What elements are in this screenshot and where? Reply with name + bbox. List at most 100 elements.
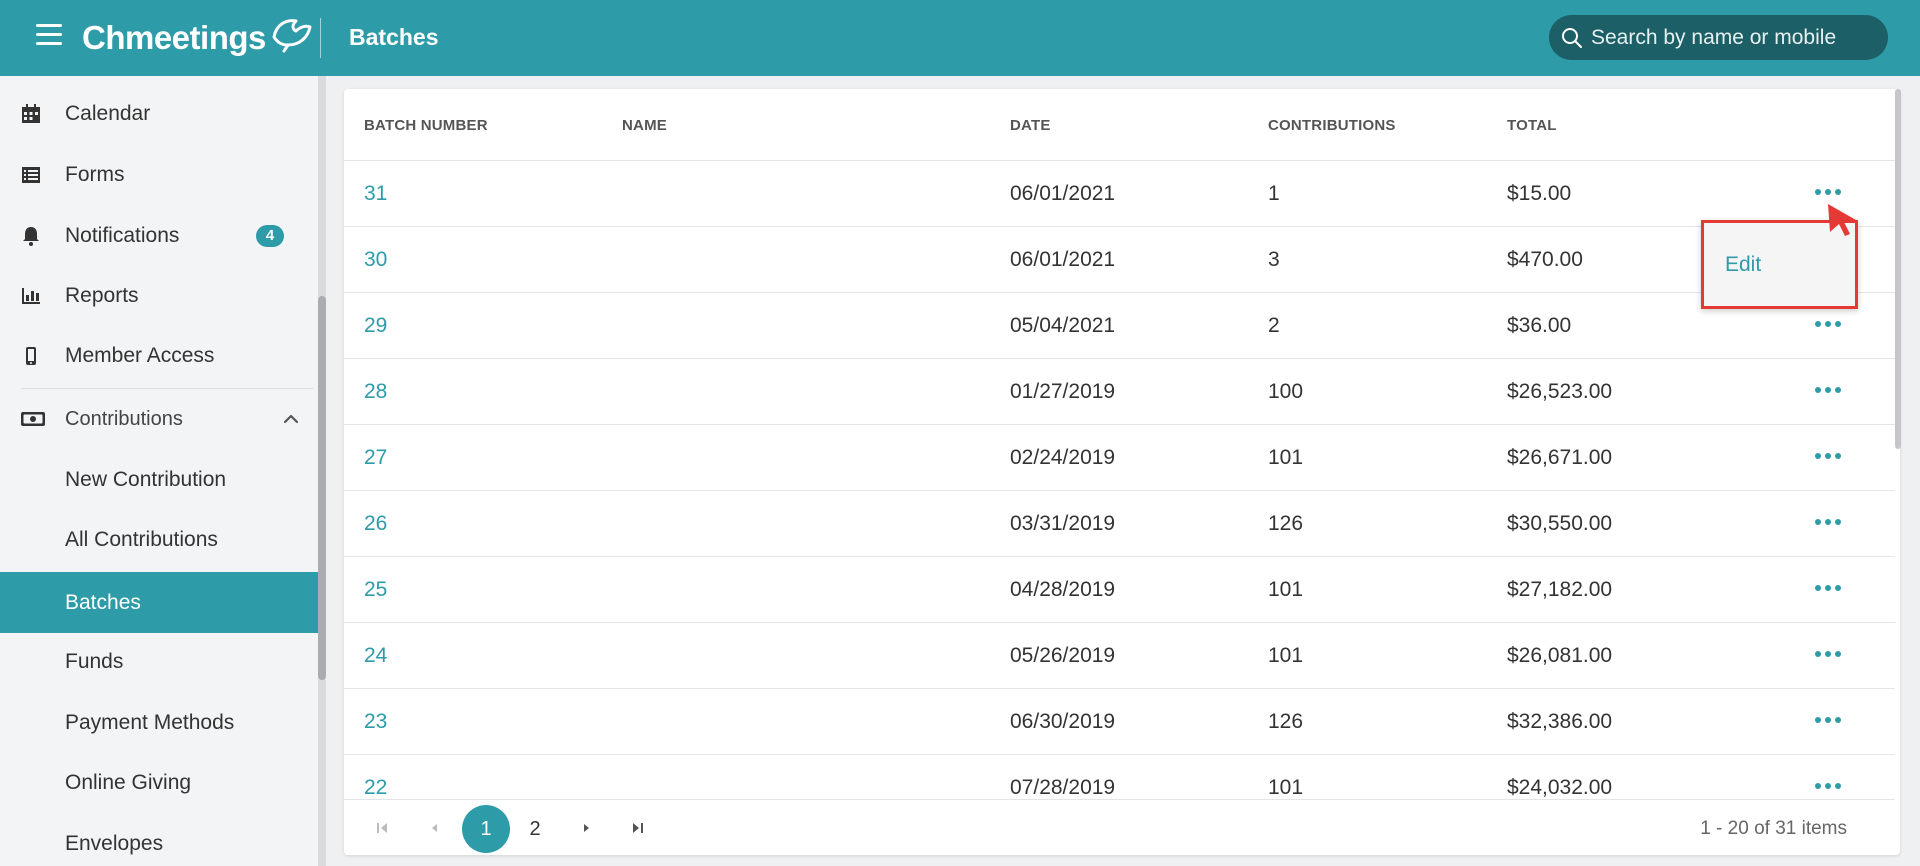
batch-number-link[interactable]: 26 (364, 512, 387, 536)
batch-number-link[interactable]: 27 (364, 446, 387, 470)
sidebar-item-funds[interactable]: Funds (0, 633, 318, 691)
table-row: 31 06/01/2021 1 $15.00 (344, 161, 1895, 227)
batch-number-link[interactable]: 22 (364, 776, 387, 800)
sidebar-item-member-access[interactable]: Member Access (0, 327, 318, 385)
table-header: BATCH NUMBER NAME DATE CONTRIBUTIONS TOT… (344, 89, 1895, 161)
row-actions-menu-icon[interactable] (1815, 517, 1841, 527)
sidebar-item-label: Member Access (65, 344, 215, 367)
sidebar-item-envelopes[interactable]: Envelopes (0, 815, 318, 866)
batch-total-cell: $26,671.00 (1507, 446, 1613, 469)
table-row: 30 06/01/2021 3 $470.00 (344, 227, 1895, 293)
batch-date-cell: 06/01/2021 (1010, 182, 1116, 205)
table-row: 23 06/30/2019 126 $32,386.00 (344, 689, 1895, 755)
batch-number-link[interactable]: 29 (364, 314, 387, 338)
mobile-icon (26, 347, 36, 365)
previous-page-icon[interactable] (425, 818, 445, 838)
batch-number-link[interactable]: 31 (364, 182, 387, 206)
sidebar-item-online-giving[interactable]: Online Giving (0, 754, 318, 812)
sidebar-scrollbar-thumb[interactable] (318, 296, 326, 680)
sidebar-section-contributions[interactable]: Contributions (0, 390, 318, 448)
batch-date-cell: 01/27/2019 (1010, 380, 1116, 403)
row-actions-menu-icon[interactable] (1815, 781, 1841, 791)
bar-chart-icon (22, 288, 40, 304)
row-actions-menu-icon[interactable] (1815, 385, 1841, 395)
sidebar-item-payment-methods[interactable]: Payment Methods (0, 694, 318, 752)
batch-number-link[interactable]: 30 (364, 248, 387, 272)
row-actions-menu-icon[interactable] (1815, 583, 1841, 593)
edit-menu-item[interactable]: Edit (1725, 253, 1761, 277)
contributions-count-cell: 2 (1268, 314, 1280, 337)
batch-number-link[interactable]: 25 (364, 578, 387, 602)
hamburger-menu-icon[interactable] (36, 24, 62, 46)
table-row: 25 04/28/2019 101 $27,182.00 (344, 557, 1895, 623)
column-header-batch-number[interactable]: BATCH NUMBER (364, 117, 488, 134)
top-bar: Chmeetings Batches (0, 0, 1920, 76)
sidebar-item-label: Envelopes (65, 832, 164, 855)
column-header-date[interactable]: DATE (1010, 117, 1051, 134)
row-actions-menu-icon[interactable] (1815, 187, 1841, 197)
batch-number-link[interactable]: 24 (364, 644, 387, 668)
batch-total-cell: $36.00 (1507, 314, 1572, 337)
last-page-icon[interactable] (628, 818, 648, 838)
sidebar-item-calendar[interactable]: Calendar (0, 85, 318, 143)
column-header-total[interactable]: TOTAL (1507, 117, 1557, 134)
batch-date-cell: 06/30/2019 (1010, 710, 1116, 733)
row-actions-menu-icon[interactable] (1815, 649, 1841, 659)
batch-number-link[interactable]: 28 (364, 380, 387, 404)
search-input[interactable] (1591, 25, 1881, 50)
sidebar-item-label: All Contributions (65, 528, 218, 551)
sidebar-item-label: Reports (65, 284, 139, 307)
search-box[interactable] (1549, 15, 1888, 60)
page-title: Batches (349, 24, 439, 50)
row-actions-menu-icon[interactable] (1815, 715, 1841, 725)
sidebar-item-all-contributions[interactable]: All Contributions (0, 511, 318, 569)
first-page-icon[interactable] (372, 818, 392, 838)
page-button-2[interactable]: 2 (511, 805, 559, 853)
batch-total-cell: $470.00 (1507, 248, 1583, 271)
row-actions-menu-icon[interactable] (1815, 319, 1841, 329)
sidebar-item-label: New Contribution (65, 468, 227, 491)
sidebar-item-label: Notifications (65, 224, 180, 247)
sidebar-item-label: Online Giving (65, 771, 192, 794)
pagination-bar: 1 2 1 - 20 of 31 items (344, 799, 1895, 855)
column-header-name[interactable]: NAME (622, 117, 667, 134)
brand-logo[interactable]: Chmeetings (82, 18, 312, 58)
table-row: 29 05/04/2021 2 $36.00 (344, 293, 1895, 359)
sidebar-item-notifications[interactable]: Notifications 4 (0, 207, 318, 265)
brand-name: Chmeetings (82, 19, 266, 56)
page-button-1[interactable]: 1 (462, 805, 510, 853)
batch-total-cell: $32,386.00 (1507, 710, 1613, 733)
notification-count-badge: 4 (256, 225, 284, 247)
batch-number-link[interactable]: 23 (364, 710, 387, 734)
row-actions-menu-icon[interactable] (1815, 451, 1841, 461)
sidebar-item-forms[interactable]: Forms (0, 146, 318, 204)
sidebar: Calendar Forms Notifications 4 Reports M… (0, 76, 318, 866)
sidebar-item-batches[interactable]: Batches (0, 572, 318, 633)
table-scrollbar-thumb[interactable] (1895, 89, 1901, 449)
contributions-count-cell: 101 (1268, 446, 1304, 469)
sidebar-item-label: Funds (65, 650, 124, 673)
mouse-pointer-icon (1828, 204, 1856, 236)
next-page-icon[interactable] (576, 818, 596, 838)
contributions-count-cell: 126 (1268, 512, 1304, 535)
table-row: 28 01/27/2019 100 $26,523.00 (344, 359, 1895, 425)
batch-date-cell: 07/28/2019 (1010, 776, 1116, 799)
batch-total-cell: $27,182.00 (1507, 578, 1613, 601)
dove-logo-icon (272, 19, 312, 53)
sidebar-item-new-contribution[interactable]: New Contribution (0, 451, 318, 509)
batch-date-cell: 04/28/2019 (1010, 578, 1116, 601)
batch-total-cell: $15.00 (1507, 182, 1572, 205)
contributions-count-cell: 101 (1268, 578, 1304, 601)
chevron-up-icon[interactable] (283, 414, 299, 424)
sidebar-item-reports[interactable]: Reports (0, 267, 318, 325)
sidebar-item-label: Payment Methods (65, 711, 235, 734)
table-row: 26 03/31/2019 126 $30,550.00 (344, 491, 1895, 557)
batch-total-cell: $26,523.00 (1507, 380, 1613, 403)
search-icon (1562, 27, 1582, 48)
batch-total-cell: $30,550.00 (1507, 512, 1613, 535)
list-icon (22, 167, 40, 183)
batch-date-cell: 05/26/2019 (1010, 644, 1116, 667)
batch-total-cell: $26,081.00 (1507, 644, 1613, 667)
column-header-contributions[interactable]: CONTRIBUTIONS (1268, 117, 1396, 134)
batch-total-cell: $24,032.00 (1507, 776, 1613, 799)
